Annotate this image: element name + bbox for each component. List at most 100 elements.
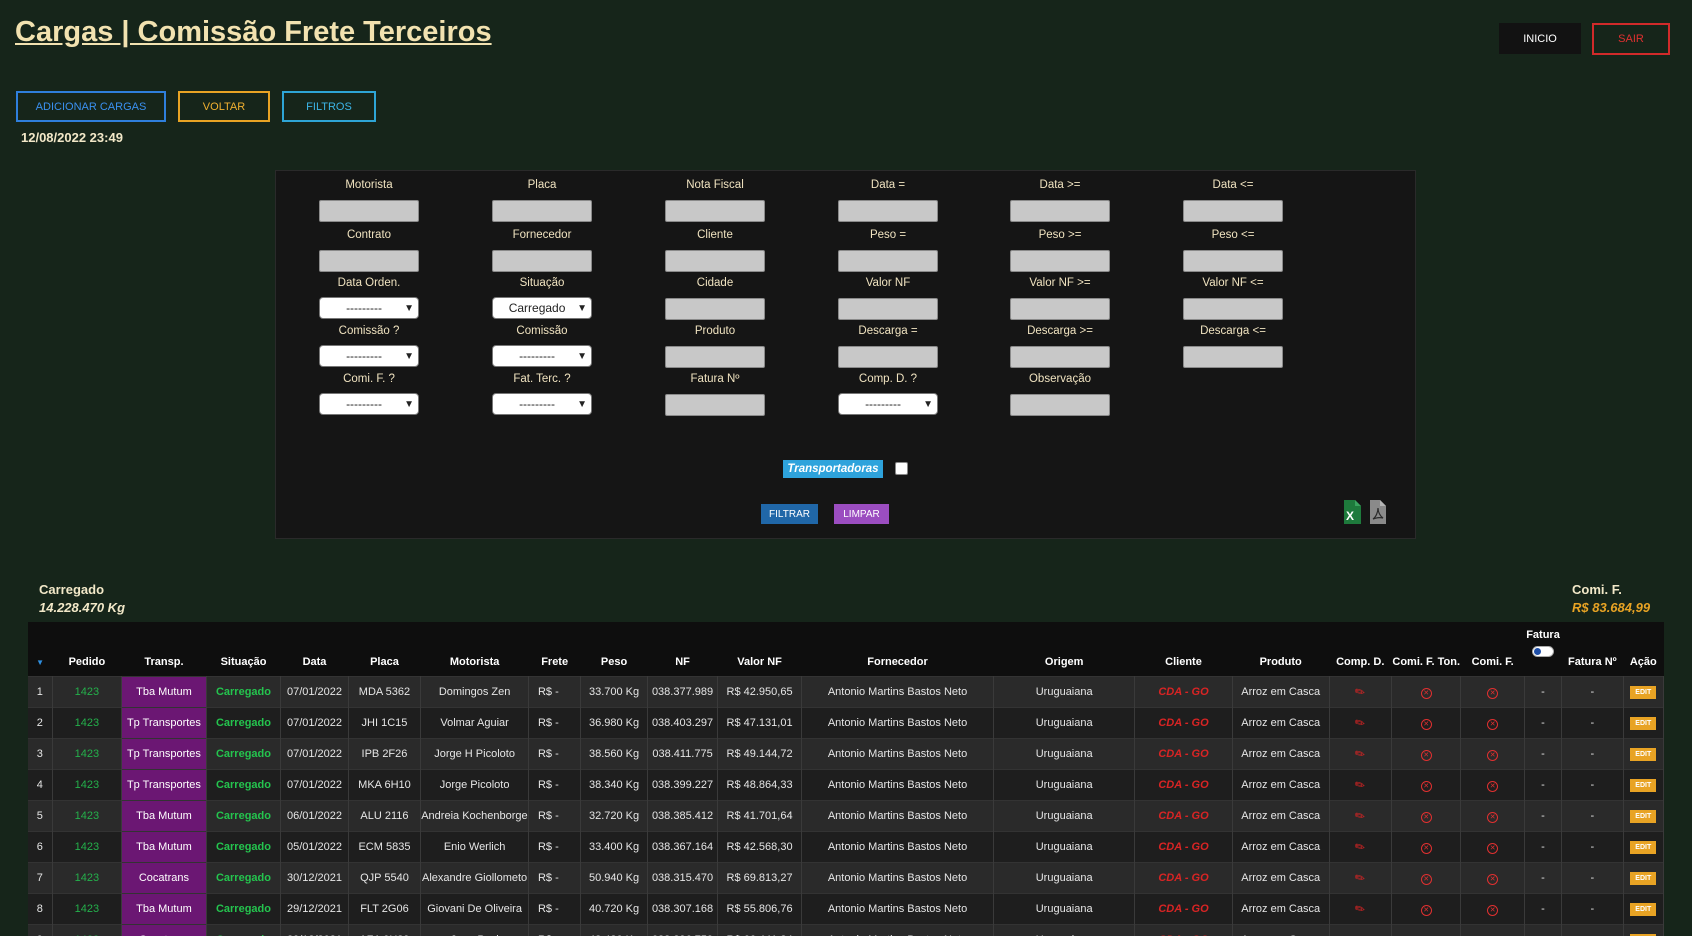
col-placa[interactable]: Placa xyxy=(348,622,421,677)
edit-button[interactable]: EDIT xyxy=(1630,810,1657,823)
filter-input[interactable] xyxy=(1010,298,1110,320)
paperclip-icon[interactable]: ✎ xyxy=(1352,900,1368,917)
filter-input[interactable] xyxy=(1183,250,1283,272)
filter-input[interactable] xyxy=(1183,346,1283,368)
pedido-cell[interactable]: 1423 xyxy=(52,831,123,863)
pedido-cell[interactable]: 1423 xyxy=(52,738,123,770)
filter-select[interactable]: --------- ▼ xyxy=(492,393,592,415)
filter-input[interactable] xyxy=(1010,200,1110,222)
filter-input[interactable] xyxy=(319,250,419,272)
paperclip-icon[interactable]: ✎ xyxy=(1352,931,1368,936)
paperclip-icon[interactable]: ✎ xyxy=(1352,683,1368,700)
pedido-cell[interactable]: 1423 xyxy=(52,893,123,925)
fatura-toggle[interactable] xyxy=(1532,646,1554,657)
filter-input[interactable] xyxy=(838,346,938,368)
col-peso[interactable]: Peso xyxy=(581,622,647,677)
paperclip-icon[interactable]: ✎ xyxy=(1352,869,1368,886)
acao-cell: EDIT xyxy=(1623,738,1664,770)
add-cargas-button[interactable]: ADICIONAR CARGAS xyxy=(16,91,166,122)
filtrar-button[interactable]: FILTRAR xyxy=(761,504,818,524)
filter-select[interactable]: Carregado ▼ xyxy=(492,297,592,319)
cliente-cell: CDA - GO xyxy=(1134,831,1233,863)
filter-label: Placa xyxy=(527,179,557,191)
col-cliente[interactable]: Cliente xyxy=(1135,622,1233,677)
excel-export-icon[interactable]: X xyxy=(1342,500,1362,524)
transp-cell: Cocatrans xyxy=(121,924,207,936)
limpar-button[interactable]: LIMPAR xyxy=(834,504,889,524)
col-produto[interactable]: Produto xyxy=(1232,622,1329,677)
sort-down-icon[interactable]: ▼ xyxy=(36,658,44,667)
col-situacao[interactable]: Situação xyxy=(206,622,281,677)
peso-cell: 36.980 Kg xyxy=(580,707,648,739)
filter-input[interactable] xyxy=(319,200,419,222)
filter-input[interactable] xyxy=(1183,298,1283,320)
col-nf[interactable]: NF xyxy=(647,622,717,677)
edit-button[interactable]: EDIT xyxy=(1630,779,1657,792)
col-fatura-n[interactable]: Fatura Nº xyxy=(1562,622,1623,677)
pedido-cell[interactable]: 1423 xyxy=(52,800,123,832)
inicio-button[interactable]: INICIO xyxy=(1499,23,1581,54)
filter-select[interactable]: --------- ▼ xyxy=(319,345,419,367)
filter-input[interactable] xyxy=(665,250,765,272)
pdf-export-icon[interactable] xyxy=(1369,500,1387,524)
origem-cell: Uruguaiana xyxy=(993,800,1136,832)
col-comi-f-ton[interactable]: Comi. F. Ton. xyxy=(1391,622,1460,677)
edit-button[interactable]: EDIT xyxy=(1630,903,1657,916)
col-frete[interactable]: Frete xyxy=(528,622,580,677)
filter-input[interactable] xyxy=(1010,346,1110,368)
filter-select[interactable]: --------- ▼ xyxy=(838,393,938,415)
filter-input[interactable] xyxy=(838,200,938,222)
filter-input[interactable] xyxy=(665,200,765,222)
filter-select[interactable]: --------- ▼ xyxy=(319,297,419,319)
filter-select-value: --------- xyxy=(346,301,383,315)
edit-button[interactable]: EDIT xyxy=(1630,872,1657,885)
transportadoras-checkbox[interactable] xyxy=(895,462,908,475)
filter-input[interactable] xyxy=(1010,394,1110,416)
paperclip-icon[interactable]: ✎ xyxy=(1352,745,1368,762)
col-transp[interactable]: Transp. xyxy=(122,622,207,677)
sair-button[interactable]: SAIR xyxy=(1592,23,1670,55)
filter-input[interactable] xyxy=(1010,250,1110,272)
filtros-button[interactable]: FILTROS xyxy=(282,91,376,122)
col-valor-nf[interactable]: Valor NF xyxy=(718,622,802,677)
voltar-button[interactable]: VOLTAR xyxy=(178,91,270,122)
filter-input[interactable] xyxy=(665,298,765,320)
filter-input[interactable] xyxy=(838,298,938,320)
pedido-cell[interactable]: 1423 xyxy=(52,676,123,708)
edit-button[interactable]: EDIT xyxy=(1630,717,1657,730)
filter-input[interactable] xyxy=(838,250,938,272)
pedido-cell[interactable]: 1423 xyxy=(52,924,123,936)
sort-header[interactable]: ▼ xyxy=(28,622,52,677)
edit-button[interactable]: EDIT xyxy=(1630,748,1657,761)
filter-input[interactable] xyxy=(665,394,765,416)
filter-input[interactable] xyxy=(1183,200,1283,222)
filter-select[interactable]: --------- ▼ xyxy=(319,393,419,415)
pedido-cell[interactable]: 1423 xyxy=(52,707,123,739)
comp-d-cell: ✎ xyxy=(1329,862,1392,894)
edit-button[interactable]: EDIT xyxy=(1630,841,1657,854)
transp-cell: Cocatrans xyxy=(121,862,207,894)
filter-input[interactable] xyxy=(492,250,592,272)
placa-cell: MDA 5362 xyxy=(348,676,422,708)
cliente-cell: CDA - GO xyxy=(1134,862,1233,894)
col-acao[interactable]: Ação xyxy=(1623,622,1663,677)
paperclip-icon[interactable]: ✎ xyxy=(1352,807,1368,824)
col-fatura[interactable]: Fatura xyxy=(1524,622,1561,677)
fatura-n-cell: - xyxy=(1561,893,1624,925)
filter-select[interactable]: --------- ▼ xyxy=(492,345,592,367)
paperclip-icon[interactable]: ✎ xyxy=(1352,776,1368,793)
col-origem[interactable]: Origem xyxy=(994,622,1135,677)
filter-input[interactable] xyxy=(492,200,592,222)
pedido-cell[interactable]: 1423 xyxy=(52,862,123,894)
col-fornecedor[interactable]: Fornecedor xyxy=(801,622,993,677)
edit-button[interactable]: EDIT xyxy=(1630,686,1657,699)
col-comi-f[interactable]: Comi. F. xyxy=(1461,622,1524,677)
col-data[interactable]: Data xyxy=(281,622,348,677)
paperclip-icon[interactable]: ✎ xyxy=(1352,838,1368,855)
paperclip-icon[interactable]: ✎ xyxy=(1352,714,1368,731)
pedido-cell[interactable]: 1423 xyxy=(52,769,123,801)
col-motorista[interactable]: Motorista xyxy=(421,622,529,677)
col-comp-d[interactable]: Comp. D. xyxy=(1329,622,1391,677)
col-pedido[interactable]: Pedido xyxy=(52,622,121,677)
filter-input[interactable] xyxy=(665,346,765,368)
